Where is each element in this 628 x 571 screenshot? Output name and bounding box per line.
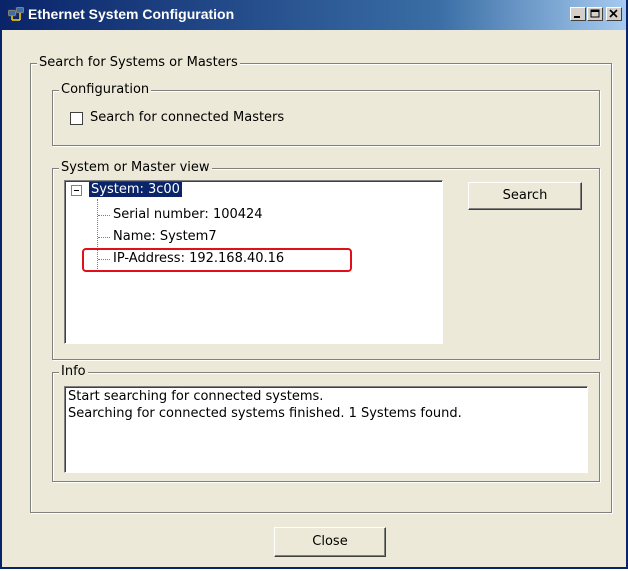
close-window-button[interactable] [606, 7, 622, 21]
search-masters-checkbox-label[interactable]: Search for connected Masters [90, 110, 284, 125]
minimize-icon [574, 16, 580, 18]
search-button[interactable]: Search [468, 182, 582, 210]
maximize-button[interactable] [587, 7, 603, 21]
ethernet-config-window: Ethernet System Configuration Search for… [0, 0, 628, 569]
info-log-line: Searching for connected systems finished… [68, 406, 462, 421]
tree-item-serial[interactable]: Serial number: 100424 [113, 207, 263, 222]
search-masters-checkbox[interactable] [70, 112, 83, 125]
minimize-button[interactable] [570, 7, 586, 21]
tree-collapse-icon[interactable] [71, 185, 82, 196]
maximize-icon [590, 9, 600, 18]
close-button[interactable]: Close [274, 527, 386, 557]
info-group-label: Info [59, 364, 88, 379]
ip-address-highlight [82, 248, 352, 272]
info-log[interactable]: Start searching for connected systems. S… [64, 386, 588, 473]
search-systems-group-label: Search for Systems or Masters [37, 55, 240, 70]
info-log-line: Start searching for connected systems. [68, 389, 324, 404]
title-bar[interactable]: Ethernet System Configuration [2, 0, 626, 30]
configuration-group-label: Configuration [59, 82, 152, 97]
tree-connector [98, 215, 110, 216]
window-title: Ethernet System Configuration [28, 6, 235, 22]
system-view-group-label: System or Master view [59, 160, 212, 175]
network-app-icon [7, 6, 25, 21]
tree-item-name[interactable]: Name: System7 [113, 229, 217, 244]
tree-connector [98, 237, 110, 238]
tree-root-system[interactable]: System: 3c00 [89, 182, 182, 197]
close-icon [609, 9, 618, 18]
